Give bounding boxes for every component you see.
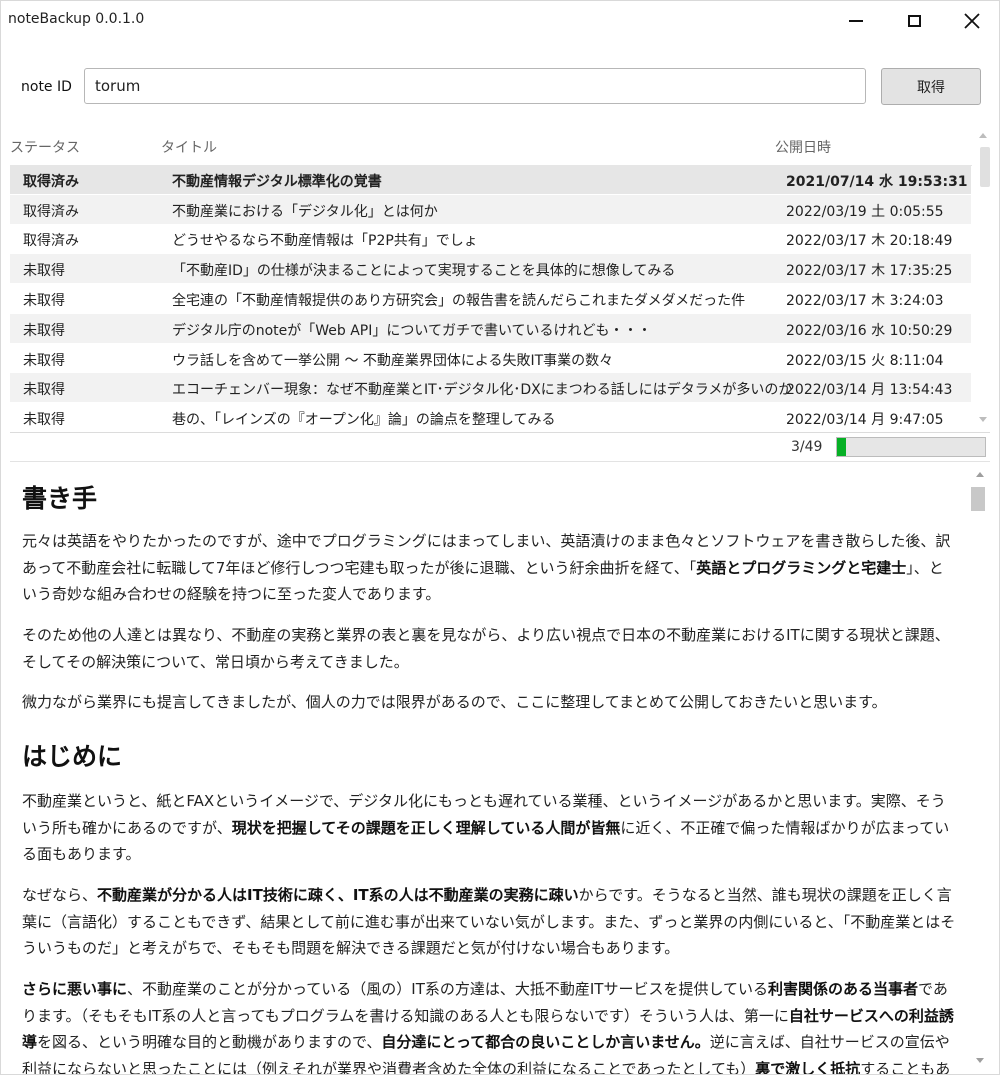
- text-run: を図る、という明確な目的と動機がありますので、: [37, 1033, 382, 1051]
- row-date: 2022/03/17 木 3:24:03: [786, 293, 944, 309]
- paragraph: なぜなら、不動産業が分かる人はIT技術に疎く、IT系の人は不動産業の実務に疎いか…: [22, 882, 957, 962]
- close-button[interactable]: [943, 1, 999, 41]
- row-title: 不動産業における「デジタル化」とは何か: [172, 204, 438, 220]
- window-title: noteBackup 0.0.1.0: [8, 11, 145, 27]
- emphasis-text: 裏で激しく抵抗: [755, 1059, 861, 1075]
- row-title: デジタル庁のnoteが「Web API」についてガチで書いているけれども・・・: [172, 323, 652, 339]
- app-window: noteBackup 0.0.1.0 note ID 取得 ステータス タイトル…: [0, 0, 1000, 1075]
- scroll-thumb[interactable]: [971, 487, 985, 511]
- paragraph: 元々は英語をやりたかったのですが、途中でプログラミングにはまってしまい、英語漬け…: [22, 528, 957, 608]
- scroll-up-icon[interactable]: [976, 472, 984, 477]
- paragraph: 微力ながら業界にも提言してきましたが、個人の力では限界があるので、ここに整理して…: [22, 689, 957, 716]
- row-status: 未取得: [23, 412, 65, 428]
- divider: [10, 432, 990, 433]
- article-list: ステータス タイトル 公開日時 取得済み 不動産情報デジタル標準化の覚書 202…: [10, 127, 991, 433]
- row-status: 未取得: [23, 293, 65, 309]
- text-run: そのため他の人達とは異なり、不動産の実務と業界の表と裏を見ながら、より広い視点で…: [22, 626, 950, 671]
- row-title: 全宅連の「不動産情報提供のあり方研究会」の報告書を読んだらこれまたダメダメだった…: [172, 293, 746, 309]
- fetch-button[interactable]: 取得: [881, 68, 981, 105]
- text-run: なぜなら、: [22, 886, 98, 904]
- emphasis-text: 現状を把握してその課題を正しく理解している人間が皆無: [231, 818, 621, 837]
- row-status: 取得済み: [23, 204, 79, 220]
- scroll-down-icon[interactable]: [979, 417, 987, 422]
- paragraph: 不動産業というと、紙とFAXというイメージで、デジタル化にもっとも遅れている業種…: [22, 788, 957, 868]
- maximize-button[interactable]: [885, 1, 943, 41]
- row-date: 2022/03/17 木 17:35:25: [786, 263, 953, 279]
- column-header-status[interactable]: ステータス: [10, 137, 80, 157]
- row-status: 未取得: [23, 353, 65, 369]
- list-row[interactable]: 取得済み どうせやるなら不動産情報は「P2P共有」でしょ 2022/03/17 …: [10, 224, 971, 253]
- minimize-button[interactable]: [827, 1, 885, 41]
- row-title: ウラ話しを含めて一挙公開 〜 不動産業界団体による失敗IT事業の数々: [172, 353, 614, 369]
- row-date: 2021/07/14 水 19:53:31: [786, 174, 968, 190]
- row-status: 未取得: [23, 263, 65, 279]
- heading-intro: はじめに: [22, 742, 123, 771]
- list-row[interactable]: 取得済み 不動産業における「デジタル化」とは何か 2022/03/19 土 0:…: [10, 195, 971, 224]
- row-date: 2022/03/16 水 10:50:29: [786, 323, 953, 339]
- title-bar: noteBackup 0.0.1.0: [1, 1, 999, 41]
- list-row[interactable]: 未取得 デジタル庁のnoteが「Web API」についてガチで書いているけれども…: [10, 314, 971, 343]
- emphasis-text: 利害関係のある当事者: [768, 980, 919, 998]
- column-header-date[interactable]: 公開日時: [775, 137, 831, 157]
- list-row[interactable]: 未取得 全宅連の「不動産情報提供のあり方研究会」の報告書を読んだらこれまたダメダ…: [10, 284, 971, 313]
- emphasis-text: 不動産業が分かる人はIT技術に疎く、IT系の人は不動産業の実務に疎い: [97, 886, 579, 904]
- row-title: どうせやるなら不動産情報は「P2P共有」でしょ: [172, 233, 478, 249]
- emphasis-text: 自分達にとって都合の良いことしか言いません。: [381, 1033, 710, 1051]
- row-date: 2022/03/15 火 8:11:04: [786, 353, 944, 369]
- list-row[interactable]: 未取得 ウラ話しを含めて一挙公開 〜 不動産業界団体による失敗IT事業の数々 2…: [10, 344, 971, 373]
- row-date: 2022/03/19 土 0:05:55: [786, 204, 944, 220]
- row-status: 取得済み: [23, 233, 79, 249]
- scroll-thumb[interactable]: [980, 147, 990, 187]
- progress-text: 3/49: [791, 439, 823, 455]
- close-icon: [964, 13, 980, 29]
- list-row[interactable]: 取得済み 不動産情報デジタル標準化の覚書 2021/07/14 水 19:53:…: [10, 165, 971, 194]
- text-run: 、不動産業のことが分かっている（風の）IT系の方達は、大抵不動産ITサービスを提…: [127, 980, 768, 998]
- emphasis-text: さらに悪い事に: [22, 980, 128, 998]
- progress-bar: [836, 437, 986, 457]
- column-header-title[interactable]: タイトル: [161, 137, 217, 157]
- maximize-icon: [907, 15, 921, 27]
- list-row[interactable]: 未取得 「不動産ID」の仕様が決まることによって実現することを具体的に想像してみ…: [10, 254, 971, 283]
- row-title: 巷の、「レインズの『オープン化』論」の論点を整理してみる: [172, 412, 556, 428]
- row-status: 未取得: [23, 382, 65, 398]
- list-row[interactable]: 未取得 エコーチェンバー現象：なぜ不動産業とIT･デジタル化･DXにまつわる話し…: [10, 373, 971, 402]
- preview-scrollbar[interactable]: [969, 467, 991, 1067]
- list-row[interactable]: 未取得 巷の、「レインズの『オープン化』論」の論点を整理してみる 2022/03…: [10, 403, 971, 432]
- row-title: 不動産情報デジタル標準化の覚書: [172, 174, 382, 190]
- minimize-icon: [849, 20, 863, 22]
- heading-writer: 書き手: [22, 484, 98, 513]
- list-scrollbar[interactable]: [976, 127, 990, 433]
- note-id-label: note ID: [21, 79, 72, 95]
- paragraph: そのため他の人達とは異なり、不動産の実務と業界の表と裏を見ながら、より広い視点で…: [22, 622, 957, 675]
- progress-fill: [837, 438, 847, 456]
- emphasis-text: 英語とプログラミングと宅建士: [696, 558, 907, 577]
- row-date: 2022/03/14 月 13:54:43: [786, 382, 953, 398]
- row-title: 「不動産ID」の仕様が決まることによって実現することを具体的に想像してみる: [172, 263, 676, 279]
- row-date: 2022/03/14 月 9:47:05: [786, 412, 944, 428]
- row-date: 2022/03/17 木 20:18:49: [786, 233, 953, 249]
- row-status: 未取得: [23, 323, 65, 339]
- list-header: ステータス タイトル 公開日時: [10, 127, 972, 166]
- scroll-down-icon[interactable]: [976, 1058, 984, 1063]
- row-title: エコーチェンバー現象：なぜ不動産業とIT･デジタル化･DXにまつわる話しにはデタ…: [172, 382, 793, 398]
- row-status: 取得済み: [23, 174, 79, 190]
- text-run: 微力ながら業界にも提言してきましたが、個人の力では限界があるので、ここに整理して…: [22, 693, 887, 711]
- article-preview: 書き手 元々は英語をやりたかったのですが、途中でプログラミングにはまってしまい、…: [1, 462, 969, 1074]
- note-id-input[interactable]: [84, 68, 866, 104]
- paragraph: さらに悪い事に、不動産業のことが分かっている（風の）IT系の方達は、大抵不動産I…: [22, 976, 957, 1074]
- scroll-up-icon[interactable]: [979, 133, 987, 138]
